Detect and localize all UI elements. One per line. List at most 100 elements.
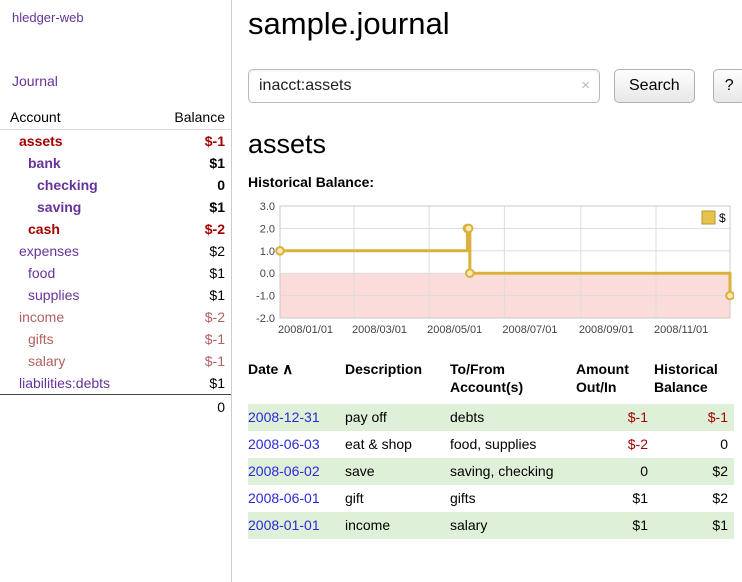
register-header-amount: AmountOut/In bbox=[576, 358, 654, 404]
transaction-description: eat & shop bbox=[345, 431, 450, 458]
search-button[interactable]: Search bbox=[614, 69, 695, 103]
y-tick-label: -2.0 bbox=[256, 313, 275, 325]
register-header-row: Date ∧ Description To/FromAccount(s) Amo… bbox=[248, 358, 734, 404]
account-row: checking0 bbox=[0, 174, 231, 196]
transaction-accounts: saving, checking bbox=[450, 458, 576, 485]
transaction-description: save bbox=[345, 458, 450, 485]
y-tick-label: -1.0 bbox=[256, 291, 275, 303]
transaction-amount: $-2 bbox=[576, 431, 654, 458]
account-row: salary$-1 bbox=[0, 350, 231, 372]
transaction-amount: 0 bbox=[576, 458, 654, 485]
accounts-total-value: 0 bbox=[153, 395, 231, 419]
accounts-table: Account Balance assets$-1bank$1checking0… bbox=[0, 107, 231, 418]
register-header-date[interactable]: Date ∧ bbox=[248, 358, 345, 404]
transaction-balance: $1 bbox=[654, 512, 734, 539]
account-balance: $-1 bbox=[153, 130, 231, 153]
help-button[interactable]: ? bbox=[713, 69, 742, 103]
transaction-date-link[interactable]: 2008-06-02 bbox=[248, 463, 320, 479]
accounts-header-account: Account bbox=[0, 107, 153, 130]
main-content: sample.journal × Search ? assets Histori… bbox=[232, 0, 742, 582]
chart-title: Historical Balance: bbox=[248, 174, 742, 190]
data-point-marker bbox=[466, 269, 474, 277]
register-row: 2008-06-01 giftgifts$1$2 bbox=[248, 485, 734, 512]
account-name-link[interactable]: salary bbox=[0, 350, 153, 372]
transaction-date-cell: 2008-06-03 bbox=[248, 431, 345, 458]
accounts-header-row: Account Balance bbox=[0, 107, 231, 130]
account-row: assets$-1 bbox=[0, 130, 231, 153]
accounts-header-line2: Account(s) bbox=[450, 378, 576, 396]
transaction-description: gift bbox=[345, 485, 450, 512]
account-row: food$1 bbox=[0, 262, 231, 284]
account-balance: $1 bbox=[153, 262, 231, 284]
data-point-marker bbox=[276, 247, 284, 255]
account-name-link[interactable]: supplies bbox=[0, 284, 153, 306]
sidebar-item-journal[interactable]: Journal bbox=[12, 73, 231, 89]
amount-header-line2: Out/In bbox=[576, 378, 654, 396]
y-tick-label: 1.0 bbox=[260, 246, 275, 258]
accounts-total-spacer bbox=[0, 395, 153, 419]
transaction-date-link[interactable]: 2008-01-01 bbox=[248, 517, 320, 533]
account-row: saving$1 bbox=[0, 196, 231, 218]
amount-header-line1: Amount bbox=[576, 360, 654, 378]
legend-label: $ bbox=[719, 211, 726, 225]
transaction-description: pay off bbox=[345, 404, 450, 431]
account-name-link[interactable]: gifts bbox=[0, 328, 153, 350]
page-title: sample.journal bbox=[248, 6, 742, 42]
account-balance: $-1 bbox=[153, 328, 231, 350]
transaction-date-link[interactable]: 2008-06-03 bbox=[248, 436, 320, 452]
account-balance: $-1 bbox=[153, 350, 231, 372]
x-tick-label: 2008/07/01 bbox=[502, 324, 557, 336]
transaction-amount: $-1 bbox=[576, 404, 654, 431]
transaction-accounts: debts bbox=[450, 404, 576, 431]
x-tick-label: 2008/11/01 bbox=[654, 324, 708, 336]
balance-chart: 3.02.01.00.0-1.0-2.02008/01/012008/03/01… bbox=[248, 198, 734, 344]
x-tick-label: 2008/03/01 bbox=[352, 324, 407, 336]
transaction-date-link[interactable]: 2008-06-01 bbox=[248, 490, 320, 506]
account-row: expenses$2 bbox=[0, 240, 231, 262]
register-row: 2008-12-31pay offdebts$-1$-1 bbox=[248, 404, 734, 431]
account-name-link[interactable]: bank bbox=[0, 152, 153, 174]
x-tick-label: 2008/09/01 bbox=[579, 324, 634, 336]
search-box: × bbox=[248, 69, 600, 103]
register-table: Date ∧ Description To/FromAccount(s) Amo… bbox=[248, 358, 734, 539]
account-name-link[interactable]: income bbox=[0, 306, 153, 328]
account-row: supplies$1 bbox=[0, 284, 231, 306]
account-heading: assets bbox=[248, 129, 742, 160]
balance-header-line1: Historical bbox=[654, 360, 734, 378]
y-tick-label: 2.0 bbox=[260, 223, 275, 235]
account-row: income$-2 bbox=[0, 306, 231, 328]
transaction-accounts: salary bbox=[450, 512, 576, 539]
account-row: gifts$-1 bbox=[0, 328, 231, 350]
register-body: 2008-12-31pay offdebts$-1$-12008-06-03ea… bbox=[248, 404, 734, 539]
account-name-link[interactable]: saving bbox=[0, 196, 153, 218]
sort-asc-icon: ∧ bbox=[282, 361, 293, 378]
account-balance: $1 bbox=[153, 372, 231, 395]
account-balance: 0 bbox=[153, 174, 231, 196]
transaction-accounts: food, supplies bbox=[450, 431, 576, 458]
search-input[interactable] bbox=[248, 69, 600, 103]
transaction-date-cell: 2008-01-01 bbox=[248, 512, 345, 539]
y-tick-label: 3.0 bbox=[260, 201, 275, 213]
transaction-balance: $2 bbox=[654, 485, 734, 512]
y-tick-label: 0.0 bbox=[260, 268, 275, 280]
account-name-link[interactable]: cash bbox=[0, 218, 153, 240]
hledger-web-link[interactable]: hledger-web bbox=[12, 10, 231, 25]
transaction-amount: $1 bbox=[576, 485, 654, 512]
account-balance: $1 bbox=[153, 152, 231, 174]
account-name-link[interactable]: assets bbox=[0, 130, 153, 153]
balance-header-line2: Balance bbox=[654, 378, 734, 396]
account-balance: $1 bbox=[153, 284, 231, 306]
transaction-description: income bbox=[345, 512, 450, 539]
transaction-date-link[interactable]: 2008-12-31 bbox=[248, 409, 320, 425]
x-tick-label: 2008/05/01 bbox=[427, 324, 482, 336]
account-name-link[interactable]: checking bbox=[0, 174, 153, 196]
account-name-link[interactable]: expenses bbox=[0, 240, 153, 262]
account-name-link[interactable]: food bbox=[0, 262, 153, 284]
clear-search-icon[interactable]: × bbox=[581, 77, 590, 94]
transaction-balance: $-1 bbox=[654, 404, 734, 431]
account-row: bank$1 bbox=[0, 152, 231, 174]
transaction-accounts: gifts bbox=[450, 485, 576, 512]
data-point-marker bbox=[465, 225, 473, 233]
account-name-link[interactable]: liabilities:debts bbox=[0, 372, 153, 395]
accounts-header-line1: To/From bbox=[450, 360, 576, 378]
